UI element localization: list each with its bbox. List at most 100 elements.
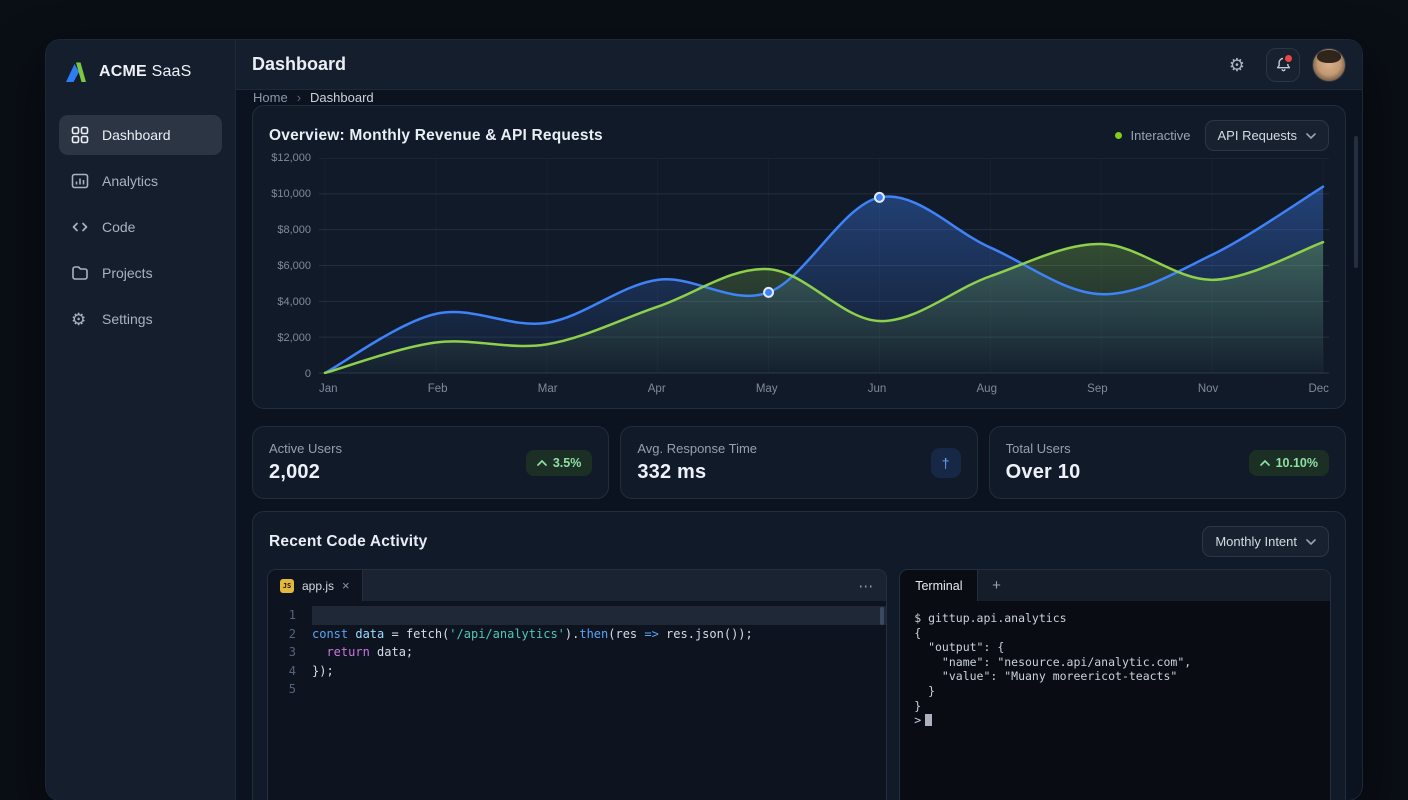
legend-label: Interactive	[1131, 128, 1191, 143]
code-editor: JS app.js × ⋯ 12const data = fetch('/api…	[267, 569, 887, 800]
javascript-file-icon: JS	[280, 579, 294, 593]
overview-title: Overview: Monthly Revenue & API Requests	[269, 127, 603, 145]
terminal-line: $ gittup.api.analytics	[914, 611, 1316, 626]
y-tick-label: $6,000	[263, 260, 311, 272]
terminal-output[interactable]: $ gittup.api.analytics{ "output": { "nam…	[900, 601, 1330, 738]
sidebar-item-label: Projects	[102, 265, 153, 281]
stat-label: Avg. Response Time	[637, 441, 757, 456]
notifications-button[interactable]	[1266, 48, 1300, 82]
chevron-up-icon	[1260, 460, 1270, 466]
chevron-down-icon	[1306, 133, 1316, 139]
new-terminal-button[interactable]: +	[978, 570, 1014, 601]
brand-name-rest: SaaS	[147, 63, 192, 80]
x-tick-label: Nov	[1198, 383, 1218, 395]
terminal-line: }	[914, 684, 1316, 699]
x-tick-label: Aug	[977, 383, 997, 395]
editor-tab-label: app.js	[302, 579, 334, 593]
chart-y-axis: $12,000$10,000$8,000$6,000$4,000$2,0000	[263, 158, 311, 374]
code-activity-title: Recent Code Activity	[269, 533, 427, 551]
cross-icon: †	[942, 455, 950, 471]
overview-card-header: Overview: Monthly Revenue & API Requests…	[253, 106, 1345, 151]
sidebar-item-code[interactable]: Code	[59, 207, 222, 247]
chevron-down-icon	[1306, 539, 1316, 545]
gear-icon: ⚙	[71, 311, 89, 328]
terminal-panel: Terminal + $ gittup.api.analytics{ "outp…	[899, 569, 1331, 800]
stat-label: Total Users	[1006, 441, 1081, 456]
editor-tabbar: JS app.js × ⋯	[268, 570, 886, 601]
chart-legend: Interactive	[1115, 128, 1191, 143]
line-number: 2	[268, 625, 312, 644]
line-number: 3	[268, 643, 312, 662]
topbar-actions: ⚙	[1220, 48, 1346, 82]
sidebar-item-label: Code	[102, 219, 135, 235]
notification-badge	[1285, 55, 1292, 62]
line-number: 4	[268, 662, 312, 681]
x-tick-label: Feb	[428, 383, 448, 395]
editor-line: 3 return data;	[268, 643, 886, 662]
terminal-line: "value": "Muany moreericot-teacts"	[914, 669, 1316, 684]
app-window: ACME SaaS Dashboard Analytics Code	[46, 40, 1362, 800]
y-tick-label: $4,000	[263, 296, 311, 308]
period-select[interactable]: Monthly Intent	[1202, 526, 1329, 557]
sidebar-item-label: Settings	[102, 311, 153, 327]
sidebar-item-analytics[interactable]: Analytics	[59, 161, 222, 201]
x-tick-label: Apr	[648, 383, 666, 395]
sidebar-item-projects[interactable]: Projects	[59, 253, 222, 293]
chart-x-axis: JanFebMarAprMayJunAugSepNovDec	[319, 383, 1329, 395]
code-icon	[71, 218, 89, 236]
user-avatar[interactable]	[1312, 48, 1346, 82]
line-number: 1	[268, 606, 312, 625]
terminal-line: "output": {	[914, 640, 1316, 655]
sidebar: ACME SaaS Dashboard Analytics Code	[46, 40, 236, 800]
editor-body[interactable]: 12const data = fetch('/api/analytics').t…	[268, 601, 886, 699]
close-icon[interactable]: ×	[342, 578, 350, 593]
trend-value: 10.10%	[1276, 456, 1318, 470]
series-select[interactable]: API Requests	[1205, 120, 1330, 151]
x-tick-label: Mar	[538, 383, 558, 395]
overview-chart-svg	[319, 158, 1329, 374]
stat-value: Over 10	[1006, 461, 1081, 484]
overview-chart[interactable]	[319, 158, 1329, 374]
period-select-value: Monthly Intent	[1215, 534, 1297, 549]
legend-dot	[1115, 132, 1122, 139]
sidebar-item-label: Dashboard	[102, 127, 171, 143]
y-tick-label: $2,000	[263, 332, 311, 344]
sidebar-item-settings[interactable]: ⚙ Settings	[59, 299, 222, 339]
code-text: });	[312, 662, 886, 681]
response-time-badge: †	[931, 448, 961, 478]
terminal-tab-label: Terminal	[915, 579, 962, 593]
y-tick-label: 0	[263, 368, 311, 380]
editor-line: 1	[268, 606, 886, 625]
settings-button[interactable]: ⚙	[1220, 48, 1254, 82]
line-number: 5	[268, 680, 312, 699]
window-scrollbar[interactable]	[1354, 136, 1358, 268]
editor-scrollbar[interactable]	[880, 607, 884, 625]
terminal-tab[interactable]: Terminal	[900, 570, 978, 601]
terminal-tabbar: Terminal +	[900, 570, 1330, 601]
breadcrumb-home[interactable]: Home	[253, 90, 288, 105]
trend-value: 3.5%	[553, 456, 582, 470]
terminal-line: "name": "nesource.api/analytic.com",	[914, 655, 1316, 670]
topbar: Dashboard ⚙	[236, 40, 1362, 90]
acme-logo-icon	[63, 59, 89, 85]
x-tick-label: Sep	[1087, 383, 1107, 395]
y-tick-label: $10,000	[263, 188, 311, 200]
main-area: Dashboard ⚙ Home › Dashboard	[236, 40, 1362, 800]
stat-label: Active Users	[269, 441, 342, 456]
brand: ACME SaaS	[59, 53, 222, 85]
breadcrumb-current: Dashboard	[310, 90, 374, 105]
more-options-icon[interactable]: ⋯	[846, 570, 886, 601]
code-activity-header: Recent Code Activity Monthly Intent	[253, 512, 1345, 569]
editor-tab-appjs[interactable]: JS app.js ×	[268, 570, 363, 601]
editor-line: 4});	[268, 662, 886, 681]
editor-line: 5	[268, 680, 886, 699]
terminal-line: }	[914, 699, 1316, 714]
sidebar-item-dashboard[interactable]: Dashboard	[59, 115, 222, 155]
code-text	[312, 606, 886, 625]
breadcrumb-separator: ›	[297, 90, 301, 105]
gear-icon: ⚙	[1229, 56, 1245, 74]
folder-icon	[71, 264, 89, 282]
brand-name-bold: ACME	[99, 63, 147, 80]
series-select-value: API Requests	[1218, 128, 1298, 143]
code-panels: JS app.js × ⋯ 12const data = fetch('/api…	[253, 569, 1345, 800]
